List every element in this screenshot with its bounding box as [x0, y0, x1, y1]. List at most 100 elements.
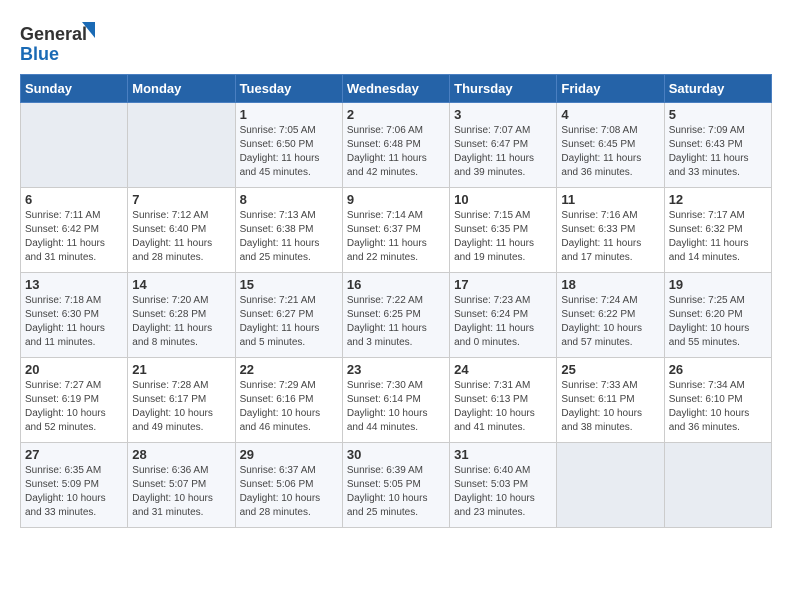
svg-text:General: General	[20, 24, 87, 44]
cell-content: Sunrise: 7:18 AMSunset: 6:30 PMDaylight:…	[25, 294, 123, 350]
day-number: 15	[240, 277, 338, 292]
cell-content: Sunrise: 7:15 AMSunset: 6:35 PMDaylight:…	[454, 209, 552, 265]
day-number: 1	[240, 107, 338, 122]
calendar-cell: 13 Sunrise: 7:18 AMSunset: 6:30 PMDayligh…	[21, 273, 128, 358]
calendar-cell: 23Sunrise: 7:30 AMSunset: 6:14 PMDayligh…	[342, 358, 449, 443]
calendar-cell: 1 Sunrise: 7:05 AMSunset: 6:50 PMDaylight…	[235, 103, 342, 188]
calendar-cell: 2 Sunrise: 7:06 AMSunset: 6:48 PMDaylight…	[342, 103, 449, 188]
calendar-cell: 5 Sunrise: 7:09 AMSunset: 6:43 PMDaylight…	[664, 103, 771, 188]
calendar-cell: 29 Sunrise: 6:37 AMSunset: 5:06 PMDayligh…	[235, 443, 342, 528]
calendar-cell: 26 Sunrise: 7:34 AMSunset: 6:10 PMDayligh…	[664, 358, 771, 443]
calendar-cell: 19Sunrise: 7:25 AMSunset: 6:20 PMDayligh…	[664, 273, 771, 358]
calendar-week-row: 27 Sunrise: 6:35 AMSunset: 5:09 PMDayligh…	[21, 443, 772, 528]
calendar-cell: 11 Sunrise: 7:16 AMSunset: 6:33 PMDayligh…	[557, 188, 664, 273]
cell-content: Sunrise: 7:12 AMSunset: 6:40 PMDaylight:…	[132, 209, 230, 265]
calendar-cell: 9 Sunrise: 7:14 AMSunset: 6:37 PMDaylight…	[342, 188, 449, 273]
day-number: 27	[25, 447, 123, 462]
cell-content: Sunrise: 7:20 AMSunset: 6:28 PMDaylight:…	[132, 294, 230, 350]
day-number: 21	[132, 362, 230, 377]
day-number: 30	[347, 447, 445, 462]
day-header-friday: Friday	[557, 75, 664, 103]
calendar-cell: 27 Sunrise: 6:35 AMSunset: 5:09 PMDayligh…	[21, 443, 128, 528]
cell-content: Sunrise: 7:22 AMSunset: 6:25 PMDaylight:…	[347, 294, 445, 350]
day-number: 7	[132, 192, 230, 207]
calendar-cell: 16Sunrise: 7:22 AMSunset: 6:25 PMDayligh…	[342, 273, 449, 358]
cell-content: Sunrise: 7:16 AMSunset: 6:33 PMDaylight:…	[561, 209, 659, 265]
cell-content: Sunrise: 6:35 AMSunset: 5:09 PMDaylight:…	[25, 464, 123, 520]
calendar-cell: 3Sunrise: 7:07 AMSunset: 6:47 PMDaylight…	[450, 103, 557, 188]
calendar-cell: 30 Sunrise: 6:39 AMSunset: 5:05 PMDayligh…	[342, 443, 449, 528]
day-number: 17	[454, 277, 552, 292]
day-number: 10	[454, 192, 552, 207]
cell-content: Sunrise: 7:09 AMSunset: 6:43 PMDaylight:…	[669, 124, 767, 180]
calendar-week-row: 6 Sunrise: 7:11 AMSunset: 6:42 PMDaylight…	[21, 188, 772, 273]
calendar-cell	[128, 103, 235, 188]
day-number: 29	[240, 447, 338, 462]
calendar-header-row: SundayMondayTuesdayWednesdayThursdayFrid…	[21, 75, 772, 103]
calendar-cell: 12Sunrise: 7:17 AMSunset: 6:32 PMDayligh…	[664, 188, 771, 273]
calendar-cell: 21 Sunrise: 7:28 AMSunset: 6:17 PMDayligh…	[128, 358, 235, 443]
cell-content: Sunrise: 7:21 AMSunset: 6:27 PMDaylight:…	[240, 294, 338, 350]
calendar-cell: 15 Sunrise: 7:21 AMSunset: 6:27 PMDayligh…	[235, 273, 342, 358]
cell-content: Sunrise: 7:06 AMSunset: 6:48 PMDaylight:…	[347, 124, 445, 180]
cell-content: Sunrise: 7:33 AMSunset: 6:11 PMDaylight:…	[561, 379, 659, 435]
day-header-wednesday: Wednesday	[342, 75, 449, 103]
calendar-cell	[21, 103, 128, 188]
day-number: 13	[25, 277, 123, 292]
cell-content: Sunrise: 7:23 AMSunset: 6:24 PMDaylight:…	[454, 294, 552, 350]
calendar-cell: 22Sunrise: 7:29 AMSunset: 6:16 PMDayligh…	[235, 358, 342, 443]
cell-content: Sunrise: 6:40 AMSunset: 5:03 PMDaylight:…	[454, 464, 552, 520]
day-number: 18	[561, 277, 659, 292]
day-number: 11	[561, 192, 659, 207]
cell-content: Sunrise: 7:28 AMSunset: 6:17 PMDaylight:…	[132, 379, 230, 435]
calendar-cell: 18Sunrise: 7:24 AMSunset: 6:22 PMDayligh…	[557, 273, 664, 358]
day-number: 9	[347, 192, 445, 207]
day-number: 12	[669, 192, 767, 207]
cell-content: Sunrise: 7:08 AMSunset: 6:45 PMDaylight:…	[561, 124, 659, 180]
day-header-sunday: Sunday	[21, 75, 128, 103]
day-number: 24	[454, 362, 552, 377]
day-number: 2	[347, 107, 445, 122]
calendar-cell: 8 Sunrise: 7:13 AMSunset: 6:38 PMDaylight…	[235, 188, 342, 273]
calendar-cell: 31 Sunrise: 6:40 AMSunset: 5:03 PMDayligh…	[450, 443, 557, 528]
logo-svg: GeneralBlue	[20, 20, 100, 64]
page-header: GeneralBlue	[20, 20, 772, 64]
day-number: 28	[132, 447, 230, 462]
cell-content: Sunrise: 6:37 AMSunset: 5:06 PMDaylight:…	[240, 464, 338, 520]
cell-content: Sunrise: 6:36 AMSunset: 5:07 PMDaylight:…	[132, 464, 230, 520]
day-number: 31	[454, 447, 552, 462]
calendar-cell: 24 Sunrise: 7:31 AMSunset: 6:13 PMDayligh…	[450, 358, 557, 443]
day-header-saturday: Saturday	[664, 75, 771, 103]
day-number: 14	[132, 277, 230, 292]
svg-text:Blue: Blue	[20, 44, 59, 64]
cell-content: Sunrise: 7:07 AMSunset: 6:47 PMDaylight:…	[454, 124, 552, 180]
day-number: 26	[669, 362, 767, 377]
calendar-table: SundayMondayTuesdayWednesdayThursdayFrid…	[20, 74, 772, 528]
calendar-cell: 6 Sunrise: 7:11 AMSunset: 6:42 PMDaylight…	[21, 188, 128, 273]
cell-content: Sunrise: 7:11 AMSunset: 6:42 PMDaylight:…	[25, 209, 123, 265]
calendar-week-row: 1 Sunrise: 7:05 AMSunset: 6:50 PMDaylight…	[21, 103, 772, 188]
logo: GeneralBlue	[20, 20, 100, 64]
day-number: 8	[240, 192, 338, 207]
calendar-cell: 7 Sunrise: 7:12 AMSunset: 6:40 PMDaylight…	[128, 188, 235, 273]
day-number: 6	[25, 192, 123, 207]
cell-content: Sunrise: 7:13 AMSunset: 6:38 PMDaylight:…	[240, 209, 338, 265]
day-header-tuesday: Tuesday	[235, 75, 342, 103]
day-number: 19	[669, 277, 767, 292]
calendar-cell	[557, 443, 664, 528]
calendar-cell: 25Sunrise: 7:33 AMSunset: 6:11 PMDayligh…	[557, 358, 664, 443]
calendar-cell: 10 Sunrise: 7:15 AMSunset: 6:35 PMDayligh…	[450, 188, 557, 273]
day-number: 4	[561, 107, 659, 122]
cell-content: Sunrise: 7:05 AMSunset: 6:50 PMDaylight:…	[240, 124, 338, 180]
calendar-week-row: 13 Sunrise: 7:18 AMSunset: 6:30 PMDayligh…	[21, 273, 772, 358]
cell-content: Sunrise: 7:34 AMSunset: 6:10 PMDaylight:…	[669, 379, 767, 435]
cell-content: Sunrise: 7:27 AMSunset: 6:19 PMDaylight:…	[25, 379, 123, 435]
day-number: 5	[669, 107, 767, 122]
cell-content: Sunrise: 7:31 AMSunset: 6:13 PMDaylight:…	[454, 379, 552, 435]
cell-content: Sunrise: 6:39 AMSunset: 5:05 PMDaylight:…	[347, 464, 445, 520]
calendar-week-row: 20 Sunrise: 7:27 AMSunset: 6:19 PMDayligh…	[21, 358, 772, 443]
calendar-cell: 14 Sunrise: 7:20 AMSunset: 6:28 PMDayligh…	[128, 273, 235, 358]
day-number: 20	[25, 362, 123, 377]
day-number: 23	[347, 362, 445, 377]
cell-content: Sunrise: 7:14 AMSunset: 6:37 PMDaylight:…	[347, 209, 445, 265]
